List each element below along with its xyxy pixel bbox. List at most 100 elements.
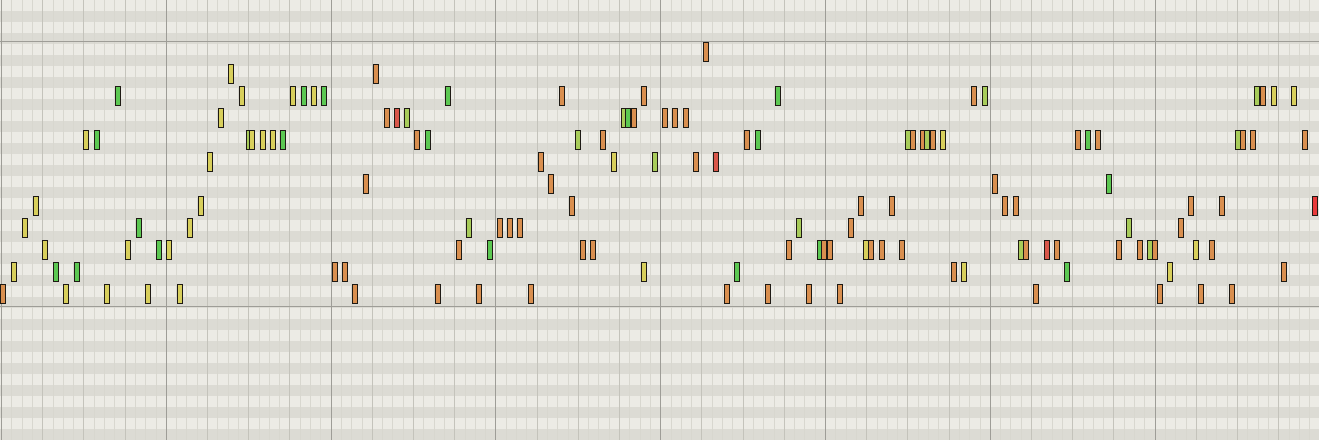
midi-note[interactable]: [507, 218, 513, 238]
midi-note[interactable]: [1193, 240, 1199, 260]
midi-note[interactable]: [425, 130, 431, 150]
midi-note[interactable]: [83, 130, 89, 150]
midi-note[interactable]: [858, 196, 864, 216]
midi-note[interactable]: [280, 130, 286, 150]
midi-note[interactable]: [342, 262, 348, 282]
midi-note[interactable]: [301, 86, 307, 106]
midi-note[interactable]: [569, 196, 575, 216]
midi-note[interactable]: [713, 152, 719, 172]
midi-note[interactable]: [868, 240, 874, 260]
midi-note[interactable]: [879, 240, 885, 260]
midi-note[interactable]: [611, 152, 617, 172]
midi-note[interactable]: [0, 284, 6, 304]
midi-note[interactable]: [63, 284, 69, 304]
midi-note[interactable]: [538, 152, 544, 172]
midi-note[interactable]: [1137, 240, 1143, 260]
midi-note[interactable]: [837, 284, 843, 304]
piano-roll-grid[interactable]: [0, 0, 1319, 440]
midi-note[interactable]: [662, 108, 668, 128]
midi-note[interactable]: [1044, 240, 1050, 260]
midi-note[interactable]: [260, 130, 266, 150]
midi-note[interactable]: [1167, 262, 1173, 282]
midi-note[interactable]: [652, 152, 658, 172]
midi-note[interactable]: [786, 240, 792, 260]
midi-note[interactable]: [53, 262, 59, 282]
midi-note[interactable]: [951, 262, 957, 282]
midi-note[interactable]: [575, 130, 581, 150]
midi-note[interactable]: [755, 130, 761, 150]
midi-note[interactable]: [1302, 130, 1308, 150]
midi-note[interactable]: [559, 86, 565, 106]
midi-note[interactable]: [899, 240, 905, 260]
midi-note[interactable]: [1064, 262, 1070, 282]
midi-note[interactable]: [590, 240, 596, 260]
midi-note[interactable]: [136, 218, 142, 238]
midi-note[interactable]: [930, 130, 936, 150]
midi-note[interactable]: [332, 262, 338, 282]
midi-note[interactable]: [992, 174, 998, 194]
midi-note[interactable]: [42, 240, 48, 260]
midi-note[interactable]: [466, 218, 472, 238]
midi-note[interactable]: [1013, 196, 1019, 216]
midi-note[interactable]: [580, 240, 586, 260]
midi-note[interactable]: [827, 240, 833, 260]
midi-note[interactable]: [1116, 240, 1122, 260]
midi-note[interactable]: [806, 284, 812, 304]
midi-note[interactable]: [1095, 130, 1101, 150]
midi-note[interactable]: [166, 240, 172, 260]
midi-note[interactable]: [1178, 218, 1184, 238]
midi-note[interactable]: [1240, 130, 1246, 150]
midi-note[interactable]: [1054, 240, 1060, 260]
midi-note[interactable]: [177, 284, 183, 304]
midi-note[interactable]: [1126, 218, 1132, 238]
midi-note[interactable]: [22, 218, 28, 238]
midi-note[interactable]: [1152, 240, 1158, 260]
midi-note[interactable]: [528, 284, 534, 304]
midi-note[interactable]: [145, 284, 151, 304]
midi-note[interactable]: [1198, 284, 1204, 304]
midi-note[interactable]: [384, 108, 390, 128]
midi-note[interactable]: [641, 262, 647, 282]
midi-note[interactable]: [414, 130, 420, 150]
midi-note[interactable]: [290, 86, 296, 106]
midi-note[interactable]: [982, 86, 988, 106]
midi-note[interactable]: [889, 196, 895, 216]
midi-note[interactable]: [734, 262, 740, 282]
midi-note[interactable]: [1312, 196, 1318, 216]
midi-note[interactable]: [218, 108, 224, 128]
midi-note[interactable]: [703, 42, 709, 62]
midi-note[interactable]: [724, 284, 730, 304]
midi-note[interactable]: [961, 262, 967, 282]
midi-note[interactable]: [435, 284, 441, 304]
midi-note[interactable]: [445, 86, 451, 106]
midi-note[interactable]: [1002, 196, 1008, 216]
midi-note[interactable]: [744, 130, 750, 150]
midi-note[interactable]: [1271, 86, 1277, 106]
midi-note[interactable]: [94, 130, 100, 150]
midi-note[interactable]: [1023, 240, 1029, 260]
midi-note[interactable]: [125, 240, 131, 260]
midi-note[interactable]: [198, 196, 204, 216]
midi-note[interactable]: [404, 108, 410, 128]
midi-note[interactable]: [1157, 284, 1163, 304]
midi-note[interactable]: [1085, 130, 1091, 150]
midi-note[interactable]: [631, 108, 637, 128]
midi-note[interactable]: [517, 218, 523, 238]
midi-note[interactable]: [1033, 284, 1039, 304]
midi-note[interactable]: [1106, 174, 1112, 194]
midi-note[interactable]: [207, 152, 213, 172]
midi-note[interactable]: [1250, 130, 1256, 150]
midi-note[interactable]: [1291, 86, 1297, 106]
midi-note[interactable]: [11, 262, 17, 282]
midi-note[interactable]: [796, 218, 802, 238]
midi-note[interactable]: [487, 240, 493, 260]
midi-note[interactable]: [683, 108, 689, 128]
midi-note[interactable]: [693, 152, 699, 172]
midi-note[interactable]: [971, 86, 977, 106]
midi-note[interactable]: [104, 284, 110, 304]
midi-note[interactable]: [476, 284, 482, 304]
midi-note[interactable]: [239, 86, 245, 106]
midi-note[interactable]: [1281, 262, 1287, 282]
midi-note[interactable]: [1219, 196, 1225, 216]
midi-note[interactable]: [1075, 130, 1081, 150]
